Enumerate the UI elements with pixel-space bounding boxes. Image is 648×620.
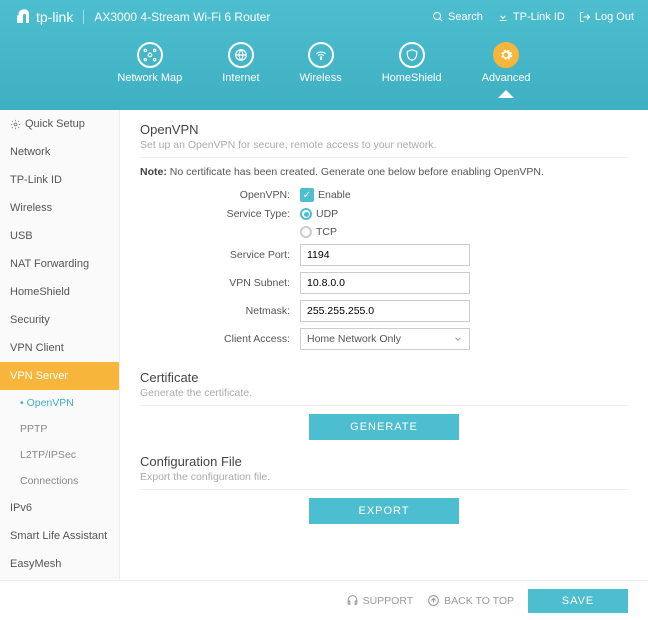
arrow-up-icon: [427, 594, 440, 607]
generate-button[interactable]: GENERATE: [309, 414, 459, 440]
wifi-icon: [308, 42, 334, 68]
sidebar-quick-setup[interactable]: Quick Setup: [0, 110, 119, 138]
shield-icon: [399, 42, 425, 68]
product-name: AX3000 4-Stream Wi-Fi 6 Router: [83, 10, 270, 24]
sidebar-sub-pptp[interactable]: PPTP: [0, 416, 119, 442]
sidebar-smartlife[interactable]: Smart Life Assistant: [0, 522, 119, 550]
sidebar-sub-connections[interactable]: Connections: [0, 468, 119, 494]
headset-icon: [346, 594, 359, 607]
nav-advanced[interactable]: Advanced: [482, 42, 531, 84]
network-map-icon: [137, 42, 163, 68]
sidebar-sub-openvpn[interactable]: OpenVPN: [0, 390, 119, 416]
content: OpenVPN Set up an OpenVPN for secure, re…: [120, 110, 648, 580]
radio-tcp[interactable]: [300, 226, 312, 238]
sidebar-nat[interactable]: NAT Forwarding: [0, 250, 119, 278]
openvpn-subtitle: Set up an OpenVPN for secure, remote acc…: [140, 139, 628, 158]
sidebar-easymesh[interactable]: EasyMesh: [0, 550, 119, 578]
sidebar-vpnclient[interactable]: VPN Client: [0, 334, 119, 362]
sidebar-system[interactable]: System: [0, 578, 119, 580]
label-vpn-subnet: VPN Subnet:: [140, 277, 300, 289]
download-icon: [497, 11, 509, 23]
service-port-input[interactable]: [300, 244, 470, 266]
tplinkid-link[interactable]: TP-Link ID: [497, 11, 565, 23]
enable-text: Enable: [318, 189, 351, 201]
openvpn-title: OpenVPN: [140, 122, 628, 137]
tplink-logo-icon: [14, 8, 32, 26]
enable-checkbox[interactable]: ✓: [300, 188, 314, 202]
logo: tp-link: [14, 8, 73, 26]
netmask-input[interactable]: [300, 300, 470, 322]
chevron-down-icon: [453, 334, 463, 344]
logout-icon: [579, 11, 591, 23]
config-title: Configuration File: [140, 454, 628, 469]
gear-icon: [493, 42, 519, 68]
sidebar: Quick Setup Network TP-Link ID Wireless …: [0, 110, 120, 580]
sidebar-sub-l2tp[interactable]: L2TP/IPSec: [0, 442, 119, 468]
header: tp-link AX3000 4-Stream Wi-Fi 6 Router S…: [0, 0, 648, 110]
vpn-subnet-input[interactable]: [300, 272, 470, 294]
footer: SUPPORT BACK TO TOP SAVE: [0, 580, 648, 620]
label-service-type: Service Type:: [140, 208, 300, 220]
sidebar-tplinkid[interactable]: TP-Link ID: [0, 166, 119, 194]
sidebar-homeshield[interactable]: HomeShield: [0, 278, 119, 306]
label-netmask: Netmask:: [140, 305, 300, 317]
openvpn-note: Note: No certificate has been created. G…: [140, 166, 628, 178]
config-sub: Export the configuration file.: [140, 471, 628, 490]
label-client-access: Client Access:: [140, 333, 300, 345]
logout-link[interactable]: Log Out: [579, 11, 634, 23]
gear-small-icon: [10, 119, 21, 130]
save-button[interactable]: SAVE: [528, 589, 628, 613]
nav-wireless[interactable]: Wireless: [300, 42, 342, 84]
label-openvpn: OpenVPN:: [140, 189, 300, 201]
search-link[interactable]: Search: [432, 11, 483, 23]
radio-udp[interactable]: [300, 208, 312, 220]
sidebar-vpnserver[interactable]: VPN Server: [0, 362, 119, 390]
support-link[interactable]: SUPPORT: [346, 594, 414, 607]
sidebar-ipv6[interactable]: IPv6: [0, 494, 119, 522]
nav-homeshield[interactable]: HomeShield: [382, 42, 442, 84]
cert-title: Certificate: [140, 370, 628, 385]
back-to-top-link[interactable]: BACK TO TOP: [427, 594, 514, 607]
search-icon: [432, 11, 444, 23]
label-service-port: Service Port:: [140, 249, 300, 261]
topbar: tp-link AX3000 4-Stream Wi-Fi 6 Router S…: [0, 0, 648, 34]
sidebar-network[interactable]: Network: [0, 138, 119, 166]
nav-network-map[interactable]: Network Map: [117, 42, 182, 84]
export-button[interactable]: EXPORT: [309, 498, 459, 524]
client-access-select[interactable]: Home Network Only: [300, 328, 470, 350]
brand-text: tp-link: [36, 9, 73, 25]
sidebar-wireless[interactable]: Wireless: [0, 194, 119, 222]
sidebar-usb[interactable]: USB: [0, 222, 119, 250]
globe-icon: [228, 42, 254, 68]
navbar: Network Map Internet Wireless HomeShield…: [0, 34, 648, 84]
cert-sub: Generate the certificate.: [140, 387, 628, 406]
nav-internet[interactable]: Internet: [222, 42, 259, 84]
sidebar-security[interactable]: Security: [0, 306, 119, 334]
